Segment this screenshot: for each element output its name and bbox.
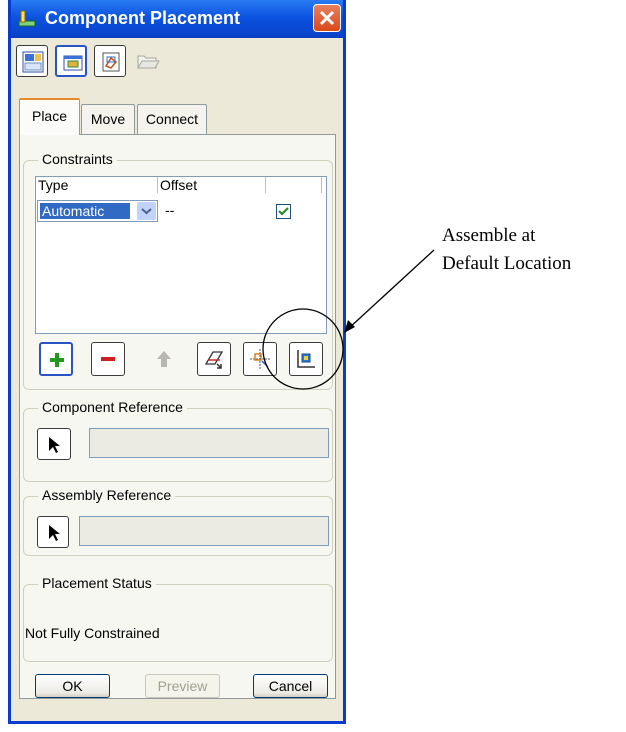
assembly-reference-pick-button[interactable] [37,516,69,548]
annotation-arrow-line [347,249,435,330]
flip-constraint-icon [204,351,224,369]
title-bar[interactable]: Component Placement [11,0,343,38]
placement-status-title: Placement Status [38,575,156,591]
component-window-button[interactable] [55,45,87,77]
constraint-enabled-checkbox[interactable] [276,204,291,219]
move-up-constraint-button[interactable] [147,342,181,376]
assembly-reference-title: Assembly Reference [38,487,176,503]
open-folder-icon [137,55,160,69]
assemble-button[interactable] [243,342,277,376]
cancel-button[interactable]: Cancel [253,674,328,698]
column-header-enabled[interactable] [266,177,322,193]
default-location-button[interactable] [289,342,323,376]
column-header-offset[interactable]: Offset [158,177,266,193]
component-placement-window: Component Placement Place Move Connect C… [8,0,346,724]
chevron-down-icon [141,208,152,215]
placement-layout-icon [22,51,44,73]
add-constraint-button[interactable] [39,342,73,376]
close-icon [319,10,335,26]
placement-layout-button[interactable] [16,45,48,77]
constraint-type-select[interactable]: Automatic [37,200,158,222]
column-header-type[interactable]: Type [36,177,158,193]
flip-constraint-button[interactable] [197,342,231,376]
move-up-icon [157,351,171,367]
component-reference-field[interactable] [89,428,329,458]
assemble-icon [250,349,270,369]
preview-button[interactable]: Preview [145,674,220,698]
constraint-offset[interactable]: -- [165,202,174,218]
package-button[interactable] [94,45,126,77]
default-location-icon [297,350,315,368]
annotation-line-1: Assemble at [442,225,536,246]
placement-status-group: Placement Status [23,575,333,662]
constraint-type-value: Automatic [39,202,131,220]
assembly-app-icon [18,10,36,27]
annotation-label: Assemble at Default Location [442,222,626,278]
remove-icon [101,357,115,361]
tab-connect[interactable]: Connect [137,104,207,134]
dropdown-button[interactable] [137,202,156,220]
component-window-icon [63,55,83,71]
annotation-line-2: Default Location [442,253,572,274]
add-icon [50,353,64,367]
assembly-reference-field[interactable] [79,516,329,546]
tab-place[interactable]: Place [19,98,80,135]
tab-move[interactable]: Move [81,104,135,134]
open-folder-button[interactable] [131,45,163,77]
package-icon [102,52,120,72]
constraints-table: Type Offset Automatic -- [35,176,327,334]
remove-constraint-button[interactable] [91,342,125,376]
arrow-cursor-icon [49,525,60,541]
ok-button[interactable]: OK [35,674,110,698]
constraints-title: Constraints [38,151,117,167]
window-title: Component Placement [45,8,241,28]
close-button[interactable] [313,4,341,32]
component-reference-title: Component Reference [38,399,187,415]
component-reference-pick-button[interactable] [37,428,71,460]
placement-status-text: Not Fully Constrained [25,625,160,641]
check-icon [278,207,289,216]
arrow-cursor-icon [49,437,60,453]
